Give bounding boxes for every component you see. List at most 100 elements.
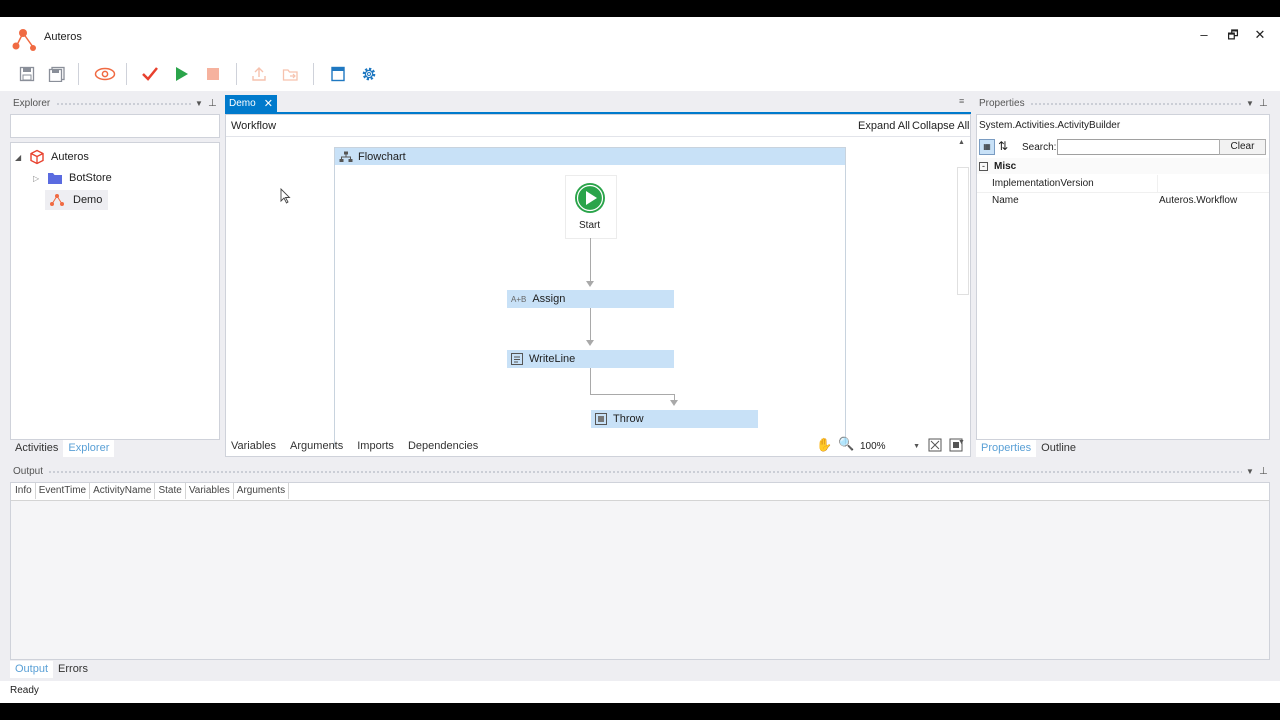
tab-outline[interactable]: Outline — [1036, 440, 1081, 457]
tab-list-icon[interactable]: ≡ — [959, 96, 964, 106]
properties-header: Properties ▼ ⊥ — [976, 96, 1270, 112]
column-info[interactable]: Info — [12, 483, 36, 499]
panel-grip[interactable] — [48, 470, 1242, 474]
writeline-activity[interactable]: WriteLine — [507, 350, 674, 368]
property-value[interactable]: Auteros.Workflow — [1159, 195, 1237, 206]
start-node[interactable]: Start — [565, 175, 617, 239]
pin-icon[interactable]: ⊥ — [208, 96, 217, 112]
zoom-level: 100% — [860, 440, 886, 452]
panel-grip[interactable] — [1030, 102, 1241, 106]
explorer-search-box[interactable] — [10, 114, 220, 138]
zoom-icon[interactable]: 🔍 — [838, 436, 854, 452]
toolbar-separator — [126, 63, 127, 85]
explorer-search-input[interactable] — [14, 116, 218, 138]
window-layout-icon — [331, 66, 345, 82]
designer-header: Workflow Expand All Collapse All — [226, 115, 970, 137]
publish-button[interactable] — [248, 64, 270, 84]
status-text: Ready — [10, 685, 39, 696]
validate-button[interactable] — [139, 64, 161, 84]
tab-arguments[interactable]: Arguments — [290, 440, 343, 452]
tree-item-label: Demo — [73, 194, 103, 206]
designer-scrollbar[interactable]: ▲ ▼ — [954, 137, 970, 456]
tab-variables[interactable]: Variables — [231, 440, 276, 452]
tab-activities[interactable]: Activities — [10, 440, 63, 457]
tree-item-demo[interactable]: Demo — [45, 190, 109, 210]
tab-output[interactable]: Output — [10, 661, 54, 678]
connector-line — [590, 238, 591, 282]
zoom-select[interactable]: 100% ▼ — [860, 439, 920, 453]
column-variables[interactable]: Variables — [186, 483, 234, 499]
panel-menu-chevron-icon[interactable]: ▼ — [1246, 96, 1254, 112]
properties-search-input[interactable] — [1057, 139, 1223, 155]
collapse-all-link[interactable]: Collapse All — [912, 120, 969, 132]
panel-menu-chevron-icon[interactable]: ▼ — [195, 96, 203, 112]
settings-button[interactable] — [358, 64, 380, 84]
tree-item-label: Auteros — [51, 151, 89, 163]
clear-button[interactable]: Clear — [1219, 139, 1266, 155]
expanded-arrow-icon[interactable]: ◢ — [15, 153, 29, 162]
property-row[interactable]: ImplementationVersion — [977, 175, 1269, 193]
tab-properties[interactable]: Properties — [976, 440, 1037, 457]
open-folder-button[interactable] — [280, 64, 302, 84]
save-all-button[interactable] — [46, 64, 68, 84]
restore-button[interactable]: 🗗 — [1221, 26, 1245, 44]
categorized-view-icon[interactable]: ▦ — [979, 139, 995, 155]
property-row[interactable]: Name Auteros.Workflow — [977, 192, 1269, 209]
pin-icon[interactable]: ⊥ — [1259, 464, 1268, 480]
tree-item-botstore[interactable]: ▷ BotStore — [33, 168, 112, 188]
close-tab-icon[interactable]: ✕ — [264, 97, 273, 110]
throw-activity[interactable]: Throw — [591, 410, 758, 428]
hand-pan-icon[interactable]: ✋ — [816, 437, 832, 453]
save-button[interactable] — [16, 64, 38, 84]
column-arguments[interactable]: Arguments — [234, 483, 290, 499]
fit-to-screen-icon[interactable] — [928, 438, 942, 452]
minimize-button[interactable]: – — [1192, 26, 1216, 44]
flowchart-container[interactable]: Flowchart Start A+B Assign WriteLine Thr… — [334, 147, 846, 447]
collapsed-arrow-icon[interactable]: ▷ — [33, 174, 47, 183]
output-title: Output — [13, 466, 44, 477]
layout-button[interactable] — [327, 64, 349, 84]
toolbar — [0, 57, 1280, 91]
panel-grip[interactable] — [56, 102, 191, 106]
tab-dependencies[interactable]: Dependencies — [408, 440, 478, 452]
play-icon — [176, 67, 188, 81]
upload-icon — [252, 67, 266, 81]
connector-arrow-icon — [586, 340, 594, 346]
scrollbar-thumb[interactable] — [957, 167, 969, 295]
collapse-category-icon[interactable]: - — [979, 161, 988, 171]
explorer-panel: Explorer ▼ ⊥ ◢ Auteros ▷ BotStore Demo A… — [10, 96, 220, 457]
tree-item-auteros[interactable]: ◢ Auteros — [15, 147, 89, 167]
preview-button[interactable] — [92, 64, 118, 84]
stop-button[interactable] — [202, 64, 224, 84]
scroll-up-icon[interactable]: ▲ — [958, 139, 965, 146]
package-icon — [30, 149, 44, 165]
column-eventtime[interactable]: EventTime — [36, 483, 91, 499]
open-folder-icon — [282, 69, 298, 81]
breadcrumb[interactable]: Workflow — [231, 120, 276, 132]
search-label: Search: — [1022, 142, 1057, 153]
close-window-button[interactable]: ✕ — [1248, 26, 1272, 44]
column-activityname[interactable]: ActivityName — [90, 483, 156, 499]
properties-body: System.Activities.ActivityBuilder ▦ ⇅ Se… — [976, 114, 1270, 440]
start-play-icon — [575, 183, 605, 213]
overview-map-icon[interactable] — [949, 438, 963, 452]
assign-icon: A+B — [511, 294, 527, 304]
panel-menu-chevron-icon[interactable]: ▼ — [1246, 464, 1254, 480]
pin-icon[interactable]: ⊥ — [1259, 96, 1268, 112]
sort-alphabetical-icon[interactable]: ⇅ — [998, 139, 1008, 153]
expand-all-link[interactable]: Expand All — [858, 120, 910, 132]
explorer-title: Explorer — [13, 98, 51, 109]
run-button[interactable] — [170, 64, 192, 84]
flowchart-header[interactable]: Flowchart — [335, 148, 845, 165]
status-bar: Ready — [0, 681, 1280, 703]
toolbar-separator — [236, 63, 237, 85]
category-misc[interactable]: - Misc — [977, 158, 1269, 174]
output-column-headers: Info EventTime ActivityName State Variables A… — [11, 483, 1269, 501]
tab-explorer[interactable]: Explorer — [63, 440, 115, 457]
connector-arrow-icon — [670, 400, 678, 406]
column-state[interactable]: State — [155, 483, 186, 499]
assign-activity[interactable]: A+B Assign — [507, 290, 674, 308]
tab-imports[interactable]: Imports — [357, 440, 394, 452]
tab-demo[interactable]: Demo ✕ — [225, 95, 277, 112]
tab-errors[interactable]: Errors — [53, 661, 93, 678]
